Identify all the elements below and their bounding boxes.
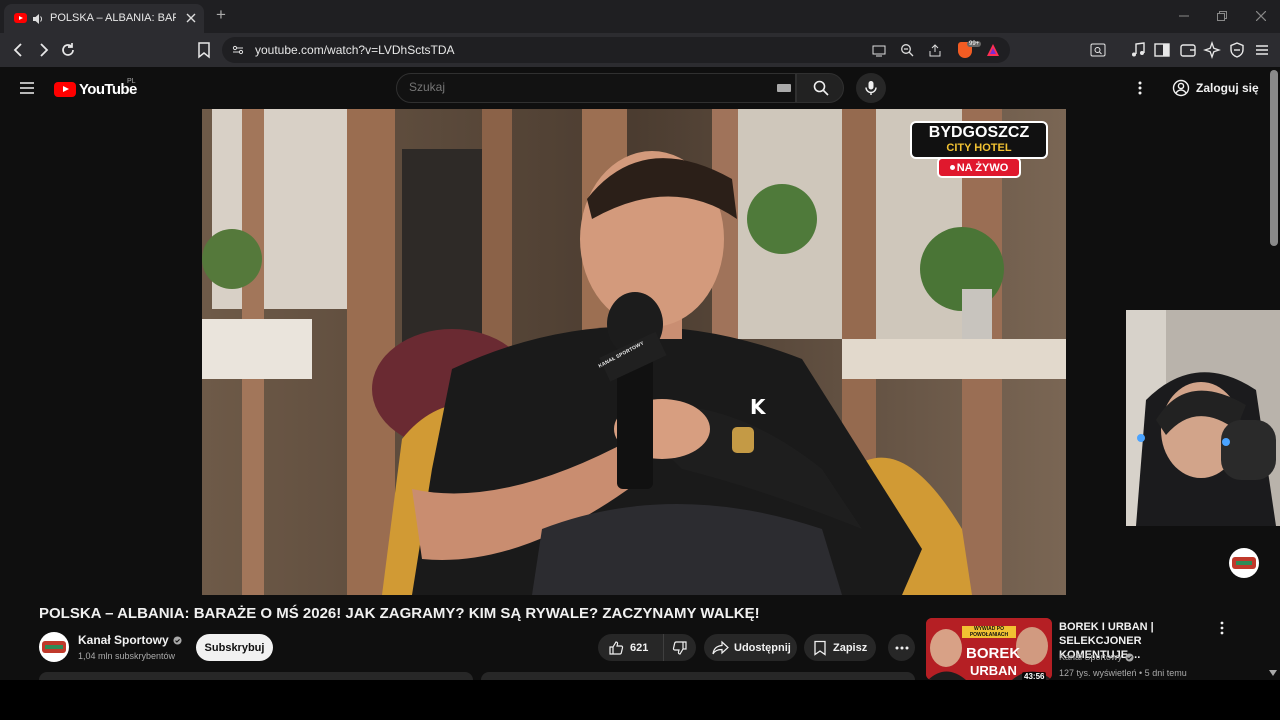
search-box[interactable]	[396, 73, 796, 103]
more-actions-button[interactable]	[888, 634, 915, 661]
sidebar-search-icon[interactable]	[1089, 41, 1107, 59]
shield-badge: 99+	[967, 41, 982, 47]
thumbs-up-icon	[609, 640, 624, 655]
sign-in-label: Zaloguj się	[1196, 81, 1259, 95]
youtube-favicon-icon	[14, 13, 27, 23]
scroll-down-arrow-icon[interactable]	[1268, 669, 1278, 677]
verified-icon	[1125, 652, 1134, 662]
forward-icon[interactable]	[34, 41, 52, 59]
overlay-line2: CITY HOTEL	[946, 142, 1012, 154]
tab-title: POLSKA – ALBANIA: BARAŻE O MŚ 2026	[50, 12, 176, 24]
recommended-channel-name[interactable]: Kanał Sportowy	[1059, 652, 1122, 662]
like-dislike-bar: 621	[598, 634, 696, 661]
webcam-overlay	[1126, 310, 1280, 526]
rewards-icon[interactable]	[986, 43, 1000, 57]
youtube-header: YouTube PL Zaloguj się	[0, 67, 1280, 109]
like-count: 621	[630, 641, 649, 654]
like-button[interactable]: 621	[598, 634, 664, 661]
dislike-button[interactable]	[664, 634, 696, 661]
subscriber-count: 1,04 mln subskrybentów	[78, 651, 176, 661]
more-horizontal-icon	[895, 646, 908, 649]
wallet-icon[interactable]	[1179, 41, 1197, 59]
share-page-icon[interactable]	[928, 43, 942, 57]
shirt-logo: K	[750, 395, 766, 419]
new-tab-button[interactable]: +	[216, 5, 226, 25]
save-button[interactable]: Zapisz	[804, 634, 876, 661]
restore-icon[interactable]	[1217, 11, 1227, 21]
recommended-channel[interactable]: Kanał Sportowy	[1059, 652, 1134, 662]
share-label: Udostępnij	[734, 641, 791, 654]
thumbnail-tag: WYWIAD PO POWOŁANIACH	[962, 626, 1016, 638]
thumbs-down-icon	[672, 640, 687, 655]
region-code: PL	[127, 78, 136, 85]
more-options-icon[interactable]	[1136, 80, 1144, 96]
live-badge: NA ŻYWO	[937, 157, 1021, 178]
browser-toolbar: youtube.com/watch?v=LVDhSctsTDA 99+	[0, 33, 1280, 67]
leo-ai-icon[interactable]	[1203, 41, 1221, 59]
thumbnail-big-text: BOREK	[966, 645, 1021, 662]
microphone-icon	[865, 81, 877, 95]
reload-icon[interactable]	[59, 41, 77, 59]
speaker-icon[interactable]	[32, 13, 44, 25]
browser-tab[interactable]: POLSKA – ALBANIA: BARAŻE O MŚ 2026	[4, 4, 204, 33]
video-title: POLSKA – ALBANIA: BARAŻE O MŚ 2026! JAK …	[39, 605, 760, 622]
save-icon	[814, 640, 826, 656]
page-scrollbar[interactable]	[1270, 70, 1278, 246]
youtube-logo[interactable]: YouTube	[54, 81, 137, 98]
channel-name[interactable]: Kanał Sportowy	[78, 633, 182, 647]
verified-icon	[173, 635, 182, 645]
thumbnail-big-text-2: URBAN	[970, 663, 1017, 678]
channel-name-text[interactable]: Kanał Sportowy	[78, 633, 169, 647]
music-icon[interactable]	[1129, 41, 1147, 59]
overlay-line1: BYDGOSZCZ	[928, 124, 1030, 141]
cast-icon[interactable]	[872, 43, 886, 57]
video-frame	[202, 109, 1066, 595]
address-bar[interactable]: youtube.com/watch?v=LVDhSctsTDA 99+	[222, 37, 1010, 63]
live-text: NA ŻYWO	[956, 161, 1009, 174]
search-input[interactable]	[409, 80, 749, 94]
video-duration: 43:56	[1022, 672, 1047, 680]
subscribe-button[interactable]: Subskrybuj	[196, 634, 273, 661]
recommended-video-meta: 127 tys. wyświetleń • 5 dni temu	[1059, 668, 1187, 678]
sign-in-button[interactable]: Zaloguj się	[1164, 74, 1267, 102]
minimize-icon[interactable]	[1179, 11, 1189, 21]
tab-strip: POLSKA – ALBANIA: BARAŻE O MŚ 2026 +	[0, 0, 1280, 33]
live-dot-icon	[949, 165, 955, 170]
account-icon	[1172, 79, 1190, 97]
bookmark-icon[interactable]	[195, 41, 213, 59]
sidebar-icon[interactable]	[1153, 41, 1171, 59]
close-window-icon[interactable]	[1256, 11, 1266, 21]
back-icon[interactable]	[10, 41, 28, 59]
menu-icon[interactable]	[1253, 41, 1271, 59]
zoom-icon[interactable]	[900, 43, 914, 57]
share-button[interactable]: Udostępnij	[704, 634, 797, 661]
guide-menu-icon[interactable]	[19, 80, 35, 96]
share-icon	[712, 640, 729, 654]
channel-avatar[interactable]	[39, 632, 69, 662]
youtube-play-icon	[54, 81, 76, 97]
save-label: Zapisz	[833, 641, 868, 654]
webcam-frame	[1126, 310, 1280, 526]
voice-search-button[interactable]	[856, 73, 886, 103]
hotel-logo-overlay: BYDGOSZCZ CITY HOTEL	[910, 121, 1048, 159]
channel-watermark-icon[interactable]	[1229, 548, 1259, 578]
bottom-black-bar	[0, 680, 1280, 720]
url-text[interactable]: youtube.com/watch?v=LVDhSctsTDA	[255, 43, 455, 57]
video-player[interactable]: KANAŁ SPORTOWY K BYDGOSZCZ CITY HOTEL NA…	[202, 109, 1066, 595]
search-icon	[813, 80, 829, 96]
vpn-icon[interactable]	[1228, 41, 1246, 59]
search-button[interactable]	[796, 73, 844, 103]
recommendation-menu-icon[interactable]	[1219, 621, 1225, 635]
recommended-video-thumbnail[interactable]: WYWIAD PO POWOŁANIACH BOREK URBAN 43:56	[926, 618, 1052, 680]
close-tab-icon[interactable]	[186, 13, 196, 23]
site-info-icon[interactable]	[232, 44, 244, 56]
keyboard-icon[interactable]	[777, 84, 791, 92]
